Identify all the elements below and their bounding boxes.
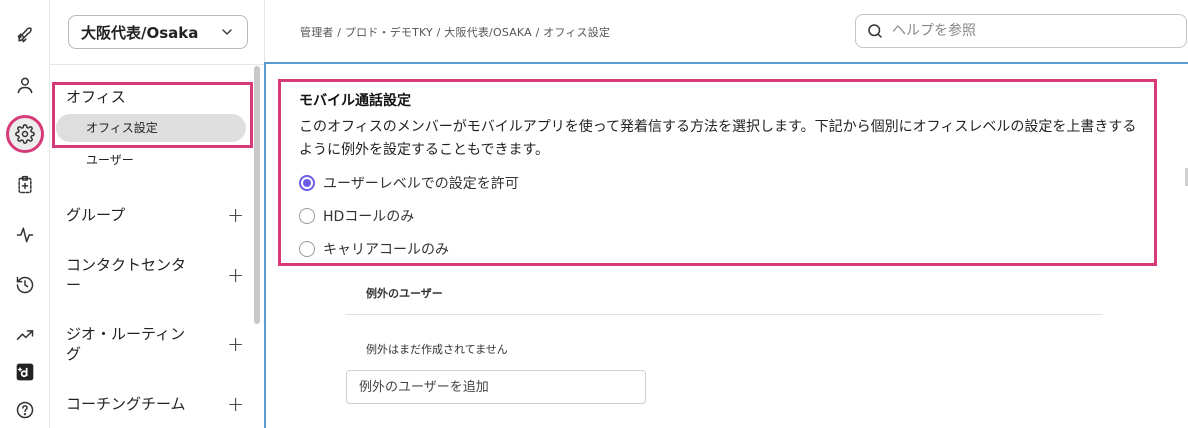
office-selector[interactable]: 大阪代表/Osaka bbox=[68, 15, 248, 49]
sidebar-group-coaching-team[interactable]: コーチングチーム + bbox=[66, 394, 244, 414]
radio-label: ユーザーレベルでの設定を許可 bbox=[323, 175, 519, 192]
plus-icon[interactable]: + bbox=[227, 265, 244, 285]
mobile-calling-options: ユーザーレベルでの設定を許可 HDコールのみ キャリアコールのみ bbox=[299, 166, 1138, 265]
rocket-icon[interactable] bbox=[10, 20, 40, 50]
search-icon bbox=[868, 24, 882, 38]
help-icon[interactable] bbox=[10, 395, 40, 425]
exceptions-empty-text: 例外はまだ作成されてません bbox=[366, 343, 508, 356]
radio-option-carrier-call[interactable]: キャリアコールのみ bbox=[299, 232, 1138, 265]
radio-button[interactable] bbox=[299, 174, 315, 191]
sidebar-group-label: コーチングチーム bbox=[66, 395, 186, 413]
dialpad-logo-icon[interactable] bbox=[10, 357, 40, 387]
help-search[interactable] bbox=[855, 14, 1187, 48]
history-icon[interactable] bbox=[10, 270, 40, 300]
radio-option-user-level[interactable]: ユーザーレベルでの設定を許可 bbox=[299, 166, 1138, 199]
sidebar-group-geo-routing[interactable]: ジオ・ルーティング + bbox=[66, 324, 244, 364]
sidebar-scrollbar[interactable] bbox=[254, 66, 260, 324]
sidebar-group-label: ジオ・ルーティング bbox=[66, 325, 186, 363]
plus-icon[interactable]: + bbox=[227, 205, 244, 225]
sidebar-group-label: コンタクトセンター bbox=[66, 256, 187, 294]
mobile-calling-title: モバイル通話設定 bbox=[299, 93, 411, 109]
radio-label: HDコールのみ bbox=[323, 208, 415, 225]
highlight-box-office bbox=[52, 82, 253, 148]
trending-icon[interactable] bbox=[10, 320, 40, 350]
user-icon[interactable] bbox=[10, 70, 40, 100]
office-selector-label: 大阪代表/Osaka bbox=[81, 23, 199, 42]
chevron-down-icon bbox=[222, 29, 232, 35]
exceptions-divider bbox=[345, 314, 1103, 315]
sidebar-group-label: グループ bbox=[66, 206, 126, 224]
activity-icon[interactable] bbox=[10, 220, 40, 250]
breadcrumb: 管理者 / プロド・デモTKY / 大阪代表/OSAKA / オフィス設定 bbox=[300, 26, 611, 39]
exceptions-heading: 例外のユーザー bbox=[366, 287, 443, 300]
sidebar-item-users[interactable]: ユーザー bbox=[86, 151, 134, 168]
help-search-input[interactable] bbox=[892, 23, 1172, 39]
plus-icon[interactable]: + bbox=[227, 334, 244, 354]
add-exception-user-input[interactable] bbox=[346, 370, 646, 404]
clipboard-icon[interactable] bbox=[10, 170, 40, 200]
sidebar-group-contact-center[interactable]: コンタクトセンター + bbox=[66, 255, 244, 295]
radio-button[interactable] bbox=[299, 207, 315, 224]
radio-button[interactable] bbox=[299, 240, 315, 257]
sidebar-divider bbox=[50, 64, 265, 65]
radio-option-hd-call[interactable]: HDコールのみ bbox=[299, 199, 1138, 232]
radio-label: キャリアコールのみ bbox=[323, 241, 449, 258]
mobile-calling-description: このオフィスのメンバーがモバイルアプリを使って発着信する方法を選択します。下記か… bbox=[299, 119, 1137, 158]
sidebar-group-groups[interactable]: グループ + bbox=[66, 205, 244, 225]
gear-icon[interactable] bbox=[6, 115, 44, 153]
icon-rail bbox=[0, 0, 50, 428]
plus-icon[interactable]: + bbox=[227, 394, 244, 414]
settings-sidebar: 大阪代表/Osaka オフィス オフィス設定 ユーザー グループ + コンタクト… bbox=[50, 0, 265, 428]
mobile-calling-card: モバイル通話設定 このオフィスのメンバーがモバイルアプリを使って発着信する方法を… bbox=[278, 79, 1157, 266]
